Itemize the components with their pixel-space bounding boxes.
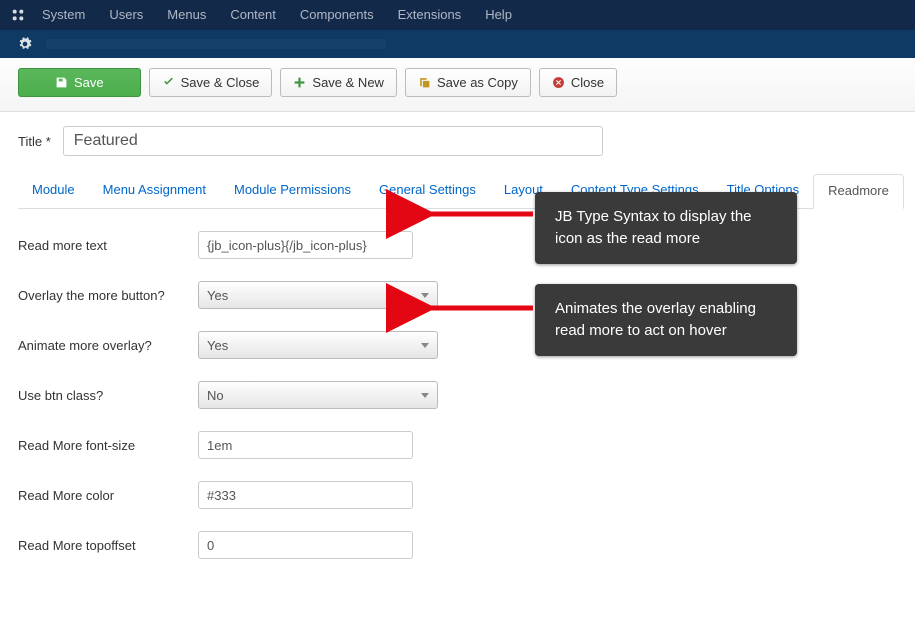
select-use-btn-class-value: No [207,388,224,403]
nav-help[interactable]: Help [475,0,522,30]
input-font-size[interactable] [198,431,413,459]
page-subhead [0,30,915,58]
action-toolbar: Save Save & Close Save & New Save as Cop… [0,58,915,112]
required-marker: * [46,134,51,149]
check-icon [162,76,175,89]
label-overlay-more: Overlay the more button? [18,288,198,303]
top-navbar: System Users Menus Content Components Ex… [0,0,915,30]
field-use-btn-class: Use btn class? No [18,381,897,409]
apply-icon [55,76,68,89]
input-topoffset[interactable] [198,531,413,559]
tab-menu-assignment[interactable]: Menu Assignment [89,174,220,208]
tab-module[interactable]: Module [18,174,89,208]
copy-icon [418,76,431,89]
nav-components[interactable]: Components [290,0,384,30]
chevron-down-icon [421,343,429,348]
select-overlay-more-value: Yes [207,288,228,303]
page-title [46,39,386,49]
save-copy-button[interactable]: Save as Copy [405,68,531,97]
save-label: Save [74,75,104,90]
nav-menus[interactable]: Menus [157,0,216,30]
title-row: Title * [18,126,897,156]
select-animate-overlay-value: Yes [207,338,228,353]
annotation-callout-1: JB Type Syntax to display the icon as th… [535,192,797,264]
label-color: Read More color [18,488,198,503]
annotation-arrow-2 [418,296,538,323]
label-animate-overlay: Animate more overlay? [18,338,198,353]
field-font-size: Read More font-size [18,431,897,459]
label-topoffset: Read More topoffset [18,538,198,553]
field-color: Read More color [18,481,897,509]
nav-content[interactable]: Content [220,0,286,30]
save-close-label: Save & Close [181,75,260,90]
nav-users[interactable]: Users [99,0,153,30]
save-button[interactable]: Save [18,68,141,97]
cog-icon [18,37,32,51]
nav-extensions[interactable]: Extensions [388,0,472,30]
title-label-text: Title [18,134,42,149]
plus-icon [293,76,306,89]
input-read-more-text[interactable] [198,231,413,259]
label-font-size: Read More font-size [18,438,198,453]
label-read-more-text: Read more text [18,238,198,253]
annotation-callout-2: Animates the overlay enabling read more … [535,284,797,356]
chevron-down-icon [421,393,429,398]
field-topoffset: Read More topoffset [18,531,897,559]
tab-module-permissions[interactable]: Module Permissions [220,174,365,208]
annotation-arrow-1 [418,202,538,229]
joomla-logo-icon [8,5,28,25]
title-label: Title * [18,134,51,149]
label-use-btn-class: Use btn class? [18,388,198,403]
select-use-btn-class[interactable]: No [198,381,438,409]
close-label: Close [571,75,604,90]
cancel-icon [552,76,565,89]
input-color[interactable] [198,481,413,509]
title-input[interactable] [63,126,603,156]
select-animate-overlay[interactable]: Yes [198,331,438,359]
select-overlay-more[interactable]: Yes [198,281,438,309]
close-button[interactable]: Close [539,68,617,97]
save-copy-label: Save as Copy [437,75,518,90]
save-new-button[interactable]: Save & New [280,68,397,97]
nav-system[interactable]: System [32,0,95,30]
save-new-label: Save & New [312,75,384,90]
tab-readmore[interactable]: Readmore [813,174,904,209]
save-close-button[interactable]: Save & Close [149,68,273,97]
main-content: Title * Module Menu Assignment Module Pe… [0,112,915,621]
